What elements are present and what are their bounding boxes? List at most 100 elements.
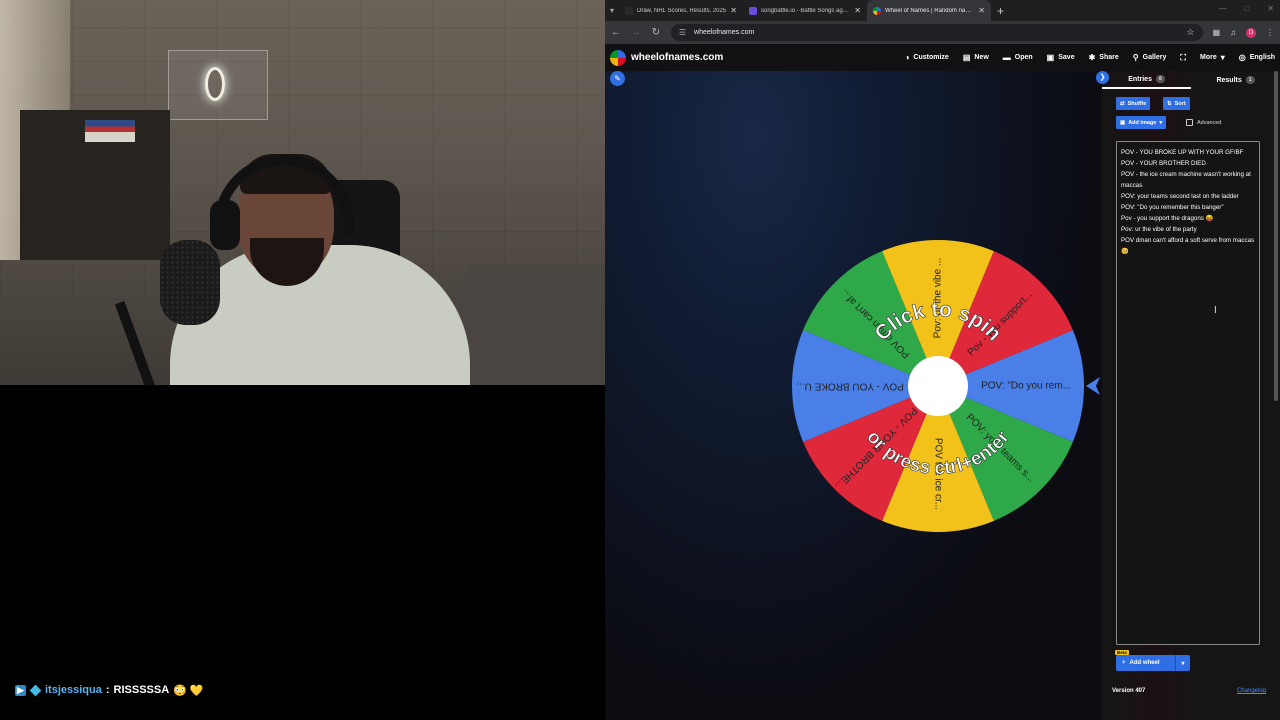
close-icon[interactable]: ✕ [978,6,985,15]
palette-icon: ◑ [904,53,910,62]
forward-icon[interactable]: → [631,27,641,38]
plus-icon: + [1122,660,1126,666]
media-icon[interactable]: ♫ [1230,28,1236,37]
advanced-checkbox[interactable]: Advanced [1186,119,1221,126]
menu-label: Gallery [1142,54,1167,61]
menu-gallery[interactable]: ⚲ Gallery [1133,53,1167,62]
chat-text: RISSSSSA [113,684,170,696]
scrollbar[interactable] [1274,71,1278,401]
menu-label: English [1249,54,1275,61]
maximize-icon[interactable]: □ [1244,4,1249,13]
entry-line: POV - YOU BROKE UP WITH YOUR GF/BF [1121,149,1244,156]
songbattle-favicon-icon [749,6,757,15]
bookmark-star-icon[interactable]: ☆ [1187,27,1195,38]
kebab-menu-icon[interactable]: ⋮ [1266,28,1274,37]
globe-icon: ◎ [1238,53,1246,62]
fullscreen-button[interactable]: ⛶ [1180,53,1186,63]
shuffle-label: Shuffle [1127,100,1147,107]
add-wheel-main[interactable]: + Add wheel [1116,655,1176,671]
tab-label: Draw, NRL Scores, Results, 2025 [637,7,727,14]
site-info-icon[interactable]: ☰ [679,28,686,37]
tab-entries[interactable]: Entries 8 [1102,71,1191,89]
menu-label: Customize [913,54,949,61]
headphone-cup [210,200,240,250]
close-icon[interactable]: ✕ [854,6,861,15]
fullscreen-icon: ⛶ [1180,52,1186,62]
spin-wheel[interactable]: POV: "Do you rem...POV: your teams s...P… [790,236,1110,556]
close-window-icon[interactable]: ✕ [1267,4,1274,13]
tab-label: songbattle.io - Battle Songs ag... [761,7,848,14]
menu-customize[interactable]: ◑ Customize [905,53,949,62]
address-bar: ← → ↻ ☰ wheelofnames.com ☆ ▦ ♫ D ⋮ [605,21,1280,44]
panel-tabs: Entries 8 Results 1 [1102,71,1280,89]
entries-textarea[interactable]: POV - YOU BROKE UP WITH YOUR GF/BF POV -… [1116,141,1260,645]
tab-search-icon[interactable]: ▾ [605,6,619,15]
entries-panel: Entries 8 Results 1 ⇄ Shuffle ⇅ Sort ▣ A… [1102,71,1280,720]
brand-title[interactable]: wheelofnames.com [631,52,723,63]
entry-line: Pov - you support the dragons 😝 [1121,215,1214,222]
add-wheel-label: Add wheel [1129,660,1160,666]
entry-line: POV - the ice cream machine wasn't worki… [1121,171,1251,189]
sort-button[interactable]: ⇅ Sort [1163,97,1190,110]
save-icon: ▣ [1046,53,1055,62]
profile-avatar[interactable]: D [1246,27,1256,38]
tab-label: Wheel of Names | Random nam... [885,7,975,14]
changelog-link[interactable]: Changelog [1237,688,1266,694]
menu-language[interactable]: ◎ English [1239,53,1275,62]
tab-wheel-of-names[interactable]: Wheel of Names | Random nam... ✕ [867,0,991,21]
chevron-down-icon[interactable]: ▾ [1176,660,1190,667]
menu-label: New [974,54,989,61]
app-header: wheelofnames.com ◑ Customize ▤ New ▬ Open ▣… [605,44,1280,71]
diamond-badge-icon [29,684,42,696]
reload-icon[interactable]: ↻ [651,27,661,38]
menu-save[interactable]: ▣ Save [1047,53,1075,62]
url-text: wheelofnames.com [694,29,755,36]
close-icon[interactable]: ✕ [730,6,737,15]
add-wheel-button[interactable]: + Add wheel ▾ [1116,655,1190,671]
wheel-area: ✎ ❯ POV: "Do you rem... POV: your teams s… [605,71,1109,720]
menu-label: Open [1014,54,1033,61]
chevron-right-icon[interactable]: ❯ [1096,71,1109,84]
tab-results[interactable]: Results 1 [1191,71,1280,89]
entry-line: POV: your teams second last on the ladde… [1121,193,1239,200]
extensions-icon[interactable]: ▦ [1213,28,1221,37]
browser-window: ▾ Draw, NRL Scores, Results, 2025 ✕ song… [605,0,1280,720]
menu-open[interactable]: ▬ Open [1003,53,1033,62]
prime-badge-icon: ▶ [15,684,26,696]
results-count-badge: 1 [1245,76,1255,84]
menu-new[interactable]: ▤ New [963,53,989,62]
chat-message: ▶ itsjessiqua : RISSSSSA 😳 💛 [15,683,204,697]
tab-nrl[interactable]: Draw, NRL Scores, Results, 2025 ✕ [619,0,743,21]
books [85,120,135,142]
add-image-label: Add image [1128,119,1157,126]
menu-label: Save [1058,54,1075,61]
wheel-center[interactable] [908,356,968,416]
tab-entries-label: Entries [1128,75,1152,83]
wheel-logo-icon[interactable] [610,49,626,66]
sort-icon: ⇅ [1167,100,1172,107]
chevron-down-icon: ▾ [1220,53,1225,62]
chevron-down-icon: ▾ [1159,119,1163,126]
entry-line: POV dman can't afford a soft serve from … [1121,237,1255,255]
back-icon[interactable]: ← [611,27,621,38]
new-file-icon: ▤ [962,53,971,62]
minimize-icon[interactable]: — [1218,4,1226,13]
checkbox-icon[interactable] [1186,119,1193,126]
share-icon: ✱ [1088,53,1096,62]
new-tab-button[interactable]: + [997,4,1004,18]
menu-share[interactable]: ✱ Share [1089,53,1119,62]
menu-more[interactable]: More ▾ [1200,53,1225,62]
tab-strip: ▾ Draw, NRL Scores, Results, 2025 ✕ song… [605,0,1280,21]
shuffle-icon: ⇄ [1120,100,1125,107]
wheel-segment-label: POV - YOU BROKE U... [796,380,904,391]
shuffle-button[interactable]: ⇄ Shuffle [1116,97,1151,110]
webcam-feed [0,0,605,385]
image-icon: ▣ [1120,119,1126,126]
pencil-icon[interactable]: ✎ [610,71,625,86]
search-icon: ⚲ [1132,53,1139,62]
tab-songbattle[interactable]: songbattle.io - Battle Songs ag... ✕ [743,0,867,21]
ring-light [168,50,268,120]
add-image-button[interactable]: ▣ Add image ▾ [1116,116,1167,129]
url-input[interactable]: ☰ wheelofnames.com ☆ [670,24,1203,41]
wheel-segment-label: POV: "Do you rem... [981,381,1071,392]
